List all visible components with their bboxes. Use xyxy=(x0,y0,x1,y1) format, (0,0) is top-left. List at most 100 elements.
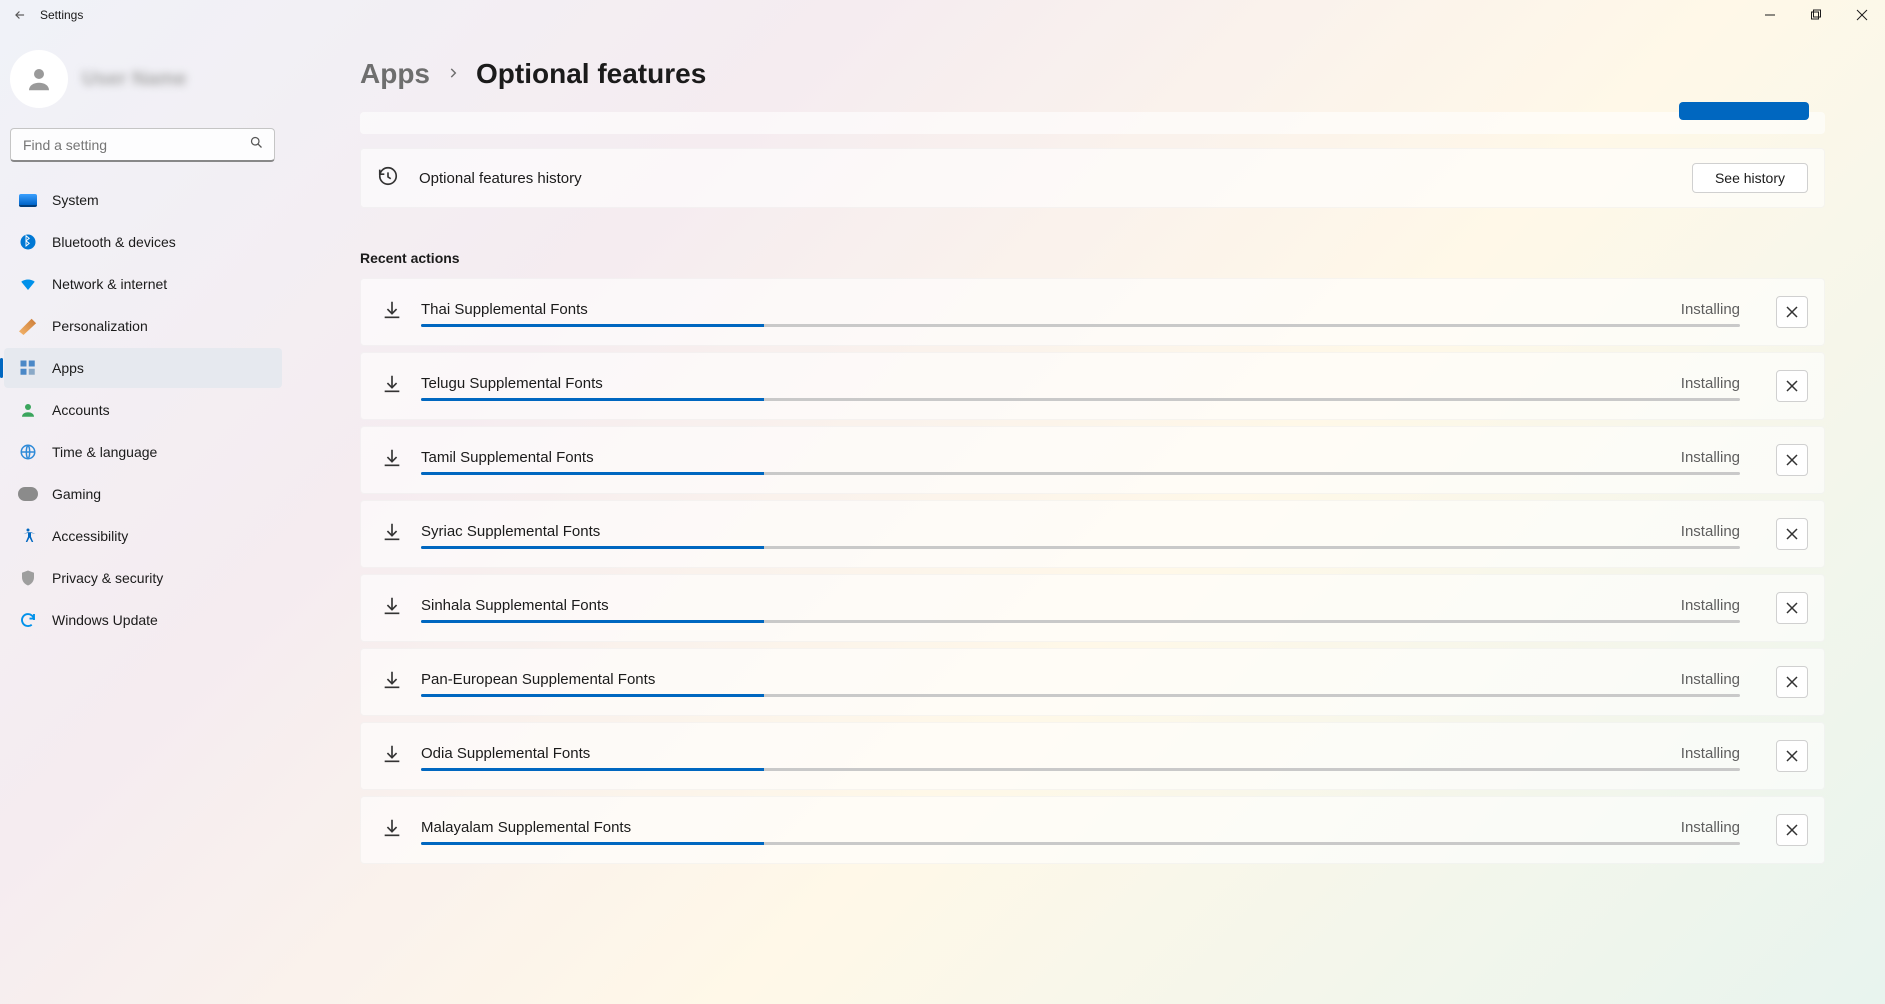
history-card: Optional features history See history xyxy=(360,148,1825,208)
recent-actions-title: Recent actions xyxy=(360,250,1825,266)
sidebar-nav: System Bluetooth & devices Network & int… xyxy=(0,180,292,640)
action-name: Syriac Supplemental Fonts xyxy=(421,523,1681,540)
search-input[interactable] xyxy=(23,137,240,153)
sidebar-item-privacy[interactable]: Privacy & security xyxy=(4,558,282,598)
breadcrumb-parent[interactable]: Apps xyxy=(360,58,430,90)
download-icon xyxy=(381,521,403,548)
sidebar-item-gaming[interactable]: Gaming xyxy=(4,474,282,514)
download-icon xyxy=(381,299,403,326)
sidebar-item-label: System xyxy=(52,192,99,208)
action-card: Pan-European Supplemental Fonts Installi… xyxy=(360,648,1825,716)
history-icon xyxy=(377,165,399,192)
chevron-right-icon xyxy=(446,64,460,85)
action-name: Malayalam Supplemental Fonts xyxy=(421,819,1681,836)
paintbrush-icon xyxy=(18,316,38,336)
sidebar: User Name System Bluetooth & devices xyxy=(0,30,300,1004)
cancel-button[interactable] xyxy=(1776,814,1808,846)
cancel-button[interactable] xyxy=(1776,370,1808,402)
sidebar-item-label: Time & language xyxy=(52,444,157,460)
sidebar-item-personalization[interactable]: Personalization xyxy=(4,306,282,346)
recent-actions-list: Thai Supplemental Fonts Installing Telug… xyxy=(360,278,1825,864)
action-name: Telugu Supplemental Fonts xyxy=(421,375,1681,392)
maximize-button[interactable] xyxy=(1793,0,1839,30)
progress-bar xyxy=(421,694,1740,697)
progress-bar xyxy=(421,620,1740,623)
sidebar-item-label: Gaming xyxy=(52,486,101,502)
action-card: Sinhala Supplemental Fonts Installing xyxy=(360,574,1825,642)
cancel-button[interactable] xyxy=(1776,444,1808,476)
add-feature-card xyxy=(360,112,1825,134)
apps-icon xyxy=(18,358,38,378)
bluetooth-icon xyxy=(18,232,38,252)
sidebar-item-update[interactable]: Windows Update xyxy=(4,600,282,640)
person-icon xyxy=(18,400,38,420)
action-card: Malayalam Supplemental Fonts Installing xyxy=(360,796,1825,864)
avatar xyxy=(10,50,68,108)
cancel-button[interactable] xyxy=(1776,592,1808,624)
cancel-button[interactable] xyxy=(1776,740,1808,772)
cancel-button[interactable] xyxy=(1776,518,1808,550)
sidebar-item-bluetooth[interactable]: Bluetooth & devices xyxy=(4,222,282,262)
action-status: Installing xyxy=(1681,301,1740,318)
title-bar: Settings xyxy=(0,0,1885,30)
download-icon xyxy=(381,669,403,696)
action-status: Installing xyxy=(1681,449,1740,466)
action-status: Installing xyxy=(1681,671,1740,688)
close-button[interactable] xyxy=(1839,0,1885,30)
accessibility-icon xyxy=(18,526,38,546)
minimize-button[interactable] xyxy=(1747,0,1793,30)
progress-bar xyxy=(421,324,1740,327)
sidebar-item-apps[interactable]: Apps xyxy=(4,348,282,388)
sidebar-item-time[interactable]: Time & language xyxy=(4,432,282,472)
sidebar-item-network[interactable]: Network & internet xyxy=(4,264,282,304)
cancel-button[interactable] xyxy=(1776,296,1808,328)
sidebar-item-label: Apps xyxy=(52,360,84,376)
update-icon xyxy=(18,610,38,630)
action-status: Installing xyxy=(1681,745,1740,762)
progress-bar xyxy=(421,768,1740,771)
wifi-icon xyxy=(18,274,38,294)
action-status: Installing xyxy=(1681,597,1740,614)
download-icon xyxy=(381,447,403,474)
install-button[interactable] xyxy=(1679,102,1809,120)
action-status: Installing xyxy=(1681,819,1740,836)
page-title: Optional features xyxy=(476,58,706,90)
app-title: Settings xyxy=(40,8,83,22)
download-icon xyxy=(381,817,403,844)
back-button[interactable] xyxy=(12,7,28,23)
settings-search[interactable] xyxy=(10,128,275,162)
action-name: Thai Supplemental Fonts xyxy=(421,301,1681,318)
progress-bar xyxy=(421,472,1740,475)
breadcrumb: Apps Optional features xyxy=(360,58,1825,90)
shield-icon xyxy=(18,568,38,588)
progress-bar xyxy=(421,546,1740,549)
action-name: Sinhala Supplemental Fonts xyxy=(421,597,1681,614)
profile-block[interactable]: User Name xyxy=(0,40,292,128)
action-name: Tamil Supplemental Fonts xyxy=(421,449,1681,466)
progress-bar xyxy=(421,398,1740,401)
see-history-button[interactable]: See history xyxy=(1692,163,1808,193)
sidebar-item-accounts[interactable]: Accounts xyxy=(4,390,282,430)
profile-name: User Name xyxy=(82,68,187,91)
sidebar-item-label: Personalization xyxy=(52,318,148,334)
main-content: Apps Optional features Optional features… xyxy=(300,30,1885,1004)
download-icon xyxy=(381,373,403,400)
sidebar-item-accessibility[interactable]: Accessibility xyxy=(4,516,282,556)
sidebar-item-label: Network & internet xyxy=(52,276,167,292)
action-card: Telugu Supplemental Fonts Installing xyxy=(360,352,1825,420)
action-card: Odia Supplemental Fonts Installing xyxy=(360,722,1825,790)
progress-bar xyxy=(421,842,1740,845)
window-controls xyxy=(1747,0,1885,30)
download-icon xyxy=(381,595,403,622)
action-name: Odia Supplemental Fonts xyxy=(421,745,1681,762)
action-status: Installing xyxy=(1681,523,1740,540)
sidebar-item-label: Privacy & security xyxy=(52,570,163,586)
sidebar-item-label: Bluetooth & devices xyxy=(52,234,176,250)
sidebar-item-system[interactable]: System xyxy=(4,180,282,220)
sidebar-item-label: Accounts xyxy=(52,402,110,418)
sidebar-item-label: Accessibility xyxy=(52,528,128,544)
action-card: Tamil Supplemental Fonts Installing xyxy=(360,426,1825,494)
action-card: Thai Supplemental Fonts Installing xyxy=(360,278,1825,346)
gamepad-icon xyxy=(18,484,38,504)
cancel-button[interactable] xyxy=(1776,666,1808,698)
